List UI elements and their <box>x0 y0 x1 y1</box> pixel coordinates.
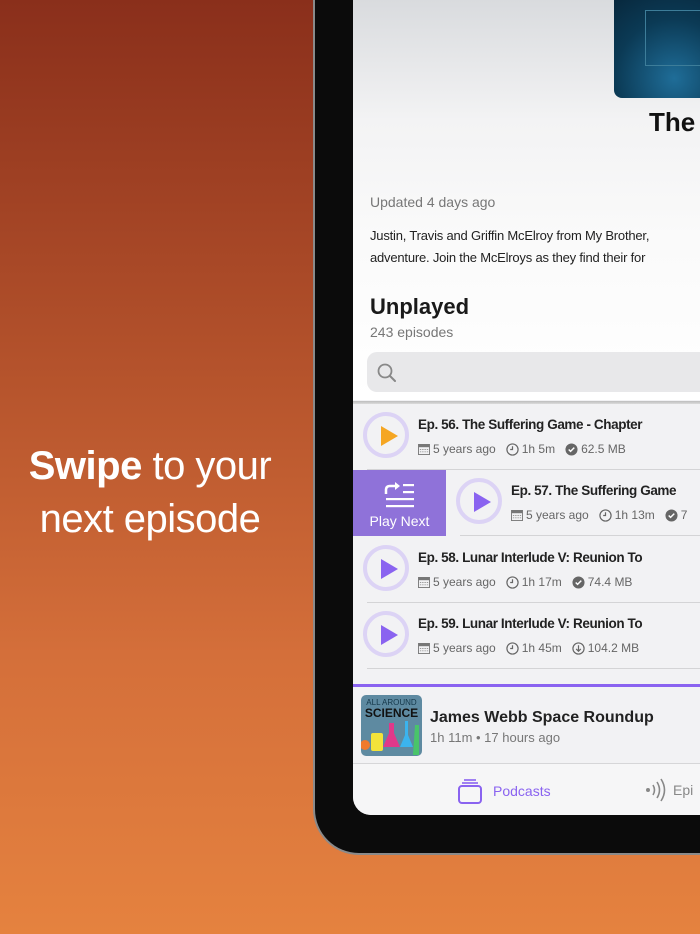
episode-size: 7 <box>680 508 688 522</box>
episode-size: 74.4 MB <box>587 575 633 589</box>
episode-row[interactable]: Ep. 57. The Suffering Game 5 years ago 1… <box>446 470 700 536</box>
episode-title: Ep. 58. Lunar Interlude V: Reunion To <box>418 550 643 565</box>
podcast-header: The Updated 4 days ago Justin, Travis an… <box>353 0 700 400</box>
play-next-label: Play Next <box>369 513 430 529</box>
downloaded-check-icon <box>665 508 678 522</box>
episode-meta: 5 years ago 1h 5m 62.5 MB <box>418 442 626 456</box>
calendar-icon <box>511 509 523 521</box>
episode-row[interactable]: Ep. 59. Lunar Interlude V: Reunion To 5 … <box>353 603 700 669</box>
promo-line2: next episode <box>39 497 261 541</box>
tab-episodes[interactable]: Epi <box>645 778 693 802</box>
podcast-artwork <box>614 0 700 98</box>
row-divider <box>367 668 700 669</box>
episode-row[interactable]: Ep. 56. The Suffering Game - Chapter 5 y… <box>353 404 700 470</box>
tab-bar: Podcasts Epi <box>353 763 700 815</box>
downloaded-check-icon <box>565 442 578 456</box>
download-icon <box>572 641 585 655</box>
episode-duration: 1h 5m <box>521 442 556 456</box>
podcast-title: The <box>649 107 696 137</box>
play-button[interactable] <box>363 412 409 458</box>
play-next-button[interactable]: Play Next <box>353 470 446 536</box>
play-button[interactable] <box>456 478 502 524</box>
play-button[interactable] <box>363 611 409 657</box>
episode-meta: 5 years ago 1h 13m 7 <box>511 508 687 522</box>
play-icon <box>381 559 398 579</box>
podcast-description: Justin, Travis and Griffin McElroy from … <box>370 228 650 265</box>
search-icon <box>377 363 396 382</box>
episode-duration: 1h 17m <box>521 575 562 589</box>
episode-duration: 1h 45m <box>521 641 562 655</box>
promo-line1: to your <box>141 444 272 488</box>
clock-icon <box>506 442 519 456</box>
clock-icon <box>506 575 519 589</box>
row-divider <box>460 535 700 536</box>
promo-caption: Swipe to your next episode <box>0 440 300 546</box>
episode-title: Ep. 56. The Suffering Game - Chapter <box>418 417 643 432</box>
episode-size: 104.2 MB <box>587 641 640 655</box>
episode-row[interactable]: Ep. 58. Lunar Interlude V: Reunion To 5 … <box>353 537 700 603</box>
episode-date: 5 years ago <box>433 442 496 456</box>
tab-label: Epi <box>673 782 694 798</box>
broadcast-icon <box>646 778 666 802</box>
tab-label: Podcasts <box>493 783 551 799</box>
mini-player[interactable]: ALL AROUND SCIENCE James Webb Space Roun… <box>353 684 700 764</box>
episode-date: 5 years ago <box>433 641 496 655</box>
calendar-icon <box>418 576 430 588</box>
mini-player-artwork: ALL AROUND SCIENCE <box>361 695 422 756</box>
promo-bold: Swipe <box>28 444 143 488</box>
episode-count: 243 episodes <box>370 324 454 340</box>
episode-size: 62.5 MB <box>581 442 626 456</box>
episode-date: 5 years ago <box>526 508 589 522</box>
episode-row-partial[interactable] <box>353 670 700 684</box>
podcasts-stack-icon <box>458 779 482 804</box>
episode-date: 5 years ago <box>433 575 496 589</box>
episode-title: Ep. 57. The Suffering Game <box>511 483 677 498</box>
mini-player-title: James Webb Space Roundup <box>430 709 654 726</box>
play-icon <box>381 625 398 645</box>
play-icon <box>381 426 398 446</box>
episode-title: Ep. 59. Lunar Interlude V: Reunion To <box>418 616 643 631</box>
play-icon <box>474 492 491 512</box>
episode-meta: 5 years ago 1h 45m 104.2 MB <box>418 641 639 655</box>
downloaded-check-icon <box>572 575 585 589</box>
clock-icon <box>506 641 519 655</box>
calendar-icon <box>418 443 430 455</box>
section-title: Unplayed <box>370 294 470 319</box>
search-input[interactable] <box>367 352 700 392</box>
episode-duration: 1h 13m <box>614 508 655 522</box>
updated-text: Updated 4 days ago <box>370 194 496 210</box>
play-button[interactable] <box>363 545 409 591</box>
mini-player-subtitle: 1h 11m • 17 hours ago <box>430 730 561 745</box>
device-screen: The Updated 4 days ago Justin, Travis an… <box>353 0 700 815</box>
play-next-icon <box>384 482 414 508</box>
episode-meta: 5 years ago 1h 17m 74.4 MB <box>418 575 632 589</box>
clock-icon <box>599 508 612 522</box>
tab-podcasts[interactable]: Podcasts <box>457 778 551 804</box>
calendar-icon <box>418 642 430 654</box>
